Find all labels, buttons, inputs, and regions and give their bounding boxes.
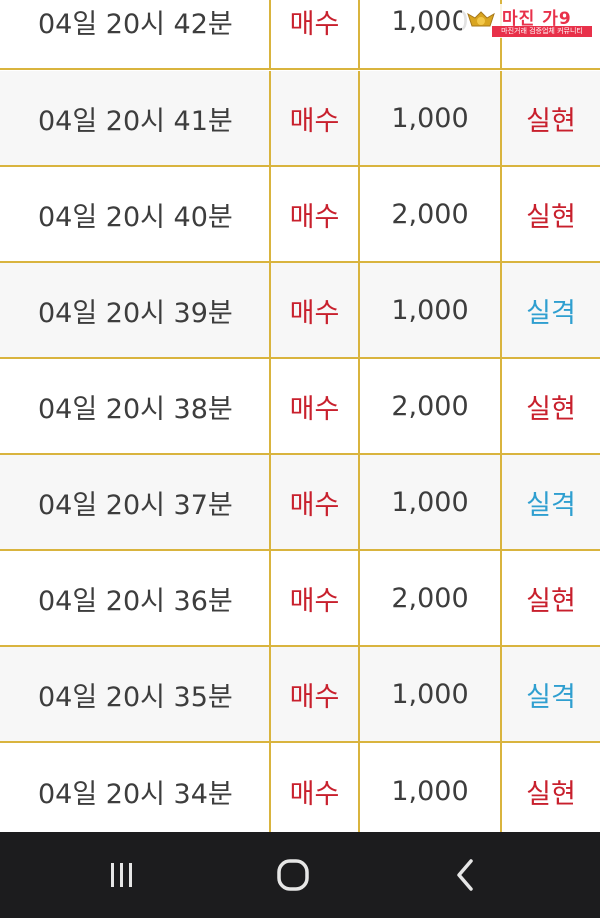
watermark-subtitle: 마진거래 검증업체 커뮤니티 bbox=[492, 26, 592, 37]
table-row[interactable]: 04일 20시 35분 매수 1,000 실격 bbox=[0, 647, 600, 743]
type-cell: 매수 bbox=[271, 167, 360, 261]
time-cell: 04일 20시 40분 bbox=[0, 167, 271, 261]
time-cell: 04일 20시 41분 bbox=[0, 71, 271, 165]
amount-cell: 1,000 bbox=[360, 71, 502, 165]
result-cell: 실현 bbox=[526, 393, 576, 425]
home-icon bbox=[277, 859, 309, 891]
amount-cell: 1,000 bbox=[360, 263, 502, 357]
home-button[interactable] bbox=[263, 850, 323, 900]
table-row[interactable]: 04일 20시 37분 매수 1,000 실격 bbox=[0, 455, 600, 551]
type-cell: 매수 bbox=[271, 359, 360, 453]
recent-apps-button[interactable] bbox=[92, 850, 152, 900]
bet-history-table[interactable]: 04일 20시 42분 매수 1,000 04일 20시 41분 매수 1,00… bbox=[0, 0, 600, 832]
result-cell: 실격 bbox=[526, 297, 576, 329]
time-cell: 04일 20시 36분 bbox=[0, 551, 271, 645]
table-row[interactable]: 04일 20시 41분 매수 1,000 실현 bbox=[0, 71, 600, 167]
time-cell: 04일 20시 35분 bbox=[0, 647, 271, 741]
site-watermark: 마진 가9 마진거래 검증업체 커뮤니티 bbox=[462, 4, 594, 38]
table-row[interactable]: 04일 20시 34분 매수 1,000 실현 bbox=[0, 743, 600, 832]
time-cell: 04일 20시 34분 bbox=[0, 743, 271, 832]
result-cell: 실현 bbox=[526, 585, 576, 617]
recent-apps-icon bbox=[111, 863, 132, 887]
amount-cell: 2,000 bbox=[360, 359, 502, 453]
type-cell: 매수 bbox=[271, 455, 360, 549]
result-cell: 실현 bbox=[526, 778, 576, 810]
type-cell: 매수 bbox=[271, 743, 360, 832]
result-cell: 실격 bbox=[526, 681, 576, 713]
time-cell: 04일 20시 39분 bbox=[0, 263, 271, 357]
amount-cell: 1,000 bbox=[360, 647, 502, 741]
type-cell: 매수 bbox=[271, 263, 360, 357]
back-icon bbox=[457, 859, 473, 891]
table-row[interactable]: 04일 20시 39분 매수 1,000 실격 bbox=[0, 263, 600, 359]
time-cell: 04일 20시 37분 bbox=[0, 455, 271, 549]
system-navigation-bar bbox=[0, 832, 600, 918]
amount-cell: 2,000 bbox=[360, 551, 502, 645]
time-cell: 04일 20시 38분 bbox=[0, 359, 271, 453]
time-cell: 04일 20시 42분 bbox=[0, 0, 271, 68]
screen: 04일 20시 42분 매수 1,000 04일 20시 41분 매수 1,00… bbox=[0, 0, 600, 918]
result-cell: 실격 bbox=[526, 489, 576, 521]
type-cell: 매수 bbox=[271, 71, 360, 165]
table-row[interactable]: 04일 20시 38분 매수 2,000 실현 bbox=[0, 359, 600, 455]
table-row[interactable]: 04일 20시 36분 매수 2,000 실현 bbox=[0, 551, 600, 647]
table-row[interactable]: 04일 20시 40분 매수 2,000 실현 bbox=[0, 167, 600, 263]
result-cell: 실현 bbox=[526, 105, 576, 137]
type-cell: 매수 bbox=[271, 647, 360, 741]
result-cell: 실현 bbox=[526, 201, 576, 233]
type-cell: 매수 bbox=[271, 551, 360, 645]
amount-cell: 1,000 bbox=[360, 743, 502, 832]
amount-cell: 2,000 bbox=[360, 167, 502, 261]
type-cell: 매수 bbox=[271, 0, 360, 68]
amount-cell: 1,000 bbox=[360, 455, 502, 549]
back-button[interactable] bbox=[436, 850, 496, 900]
